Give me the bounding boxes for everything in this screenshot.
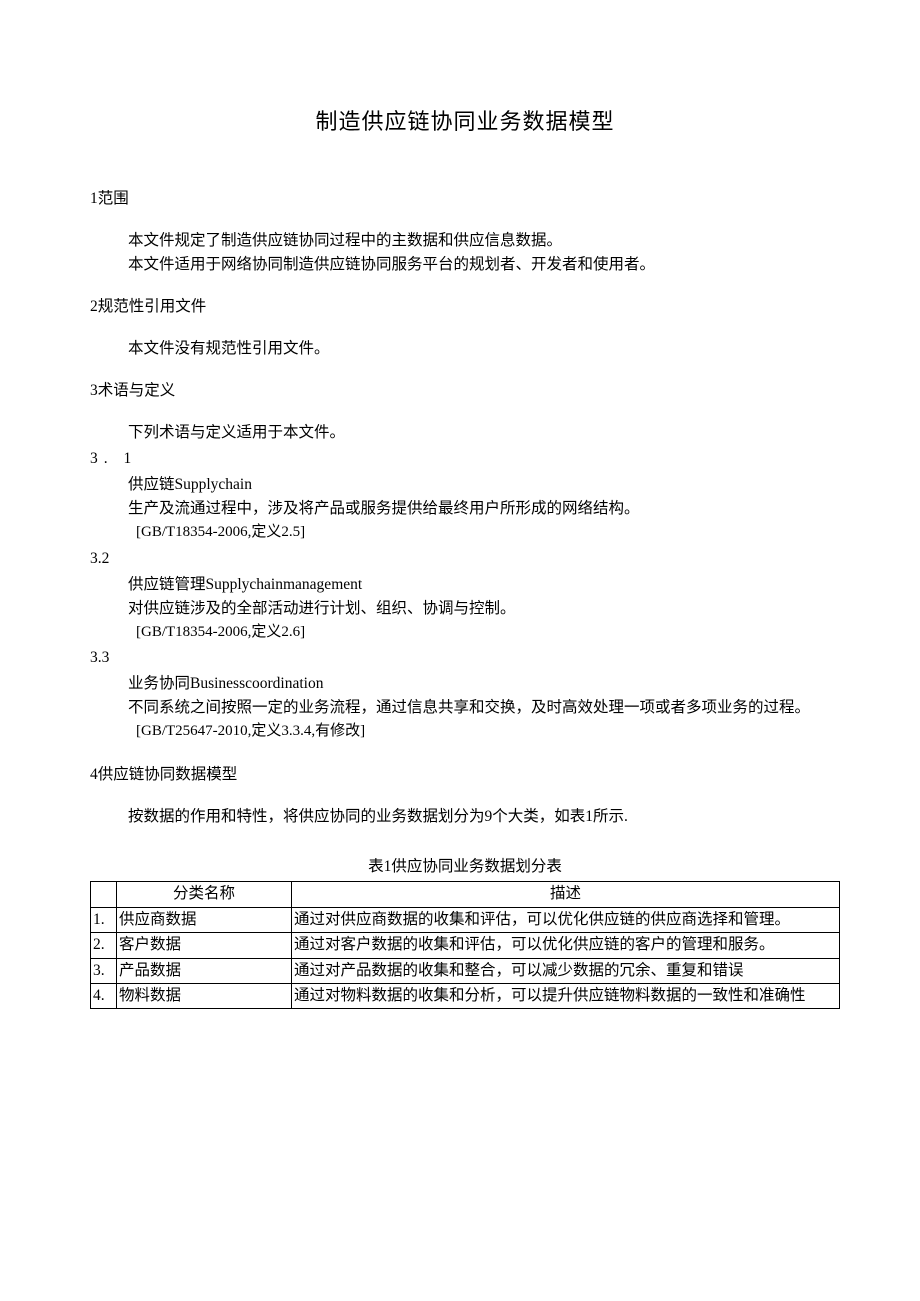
row-desc: 通过对供应商数据的收集和评估，可以优化供应链的供应商选择和管理。 xyxy=(292,907,840,932)
row-number: 1. xyxy=(91,907,117,932)
row-number: 4. xyxy=(91,984,117,1009)
table-header-desc: 描述 xyxy=(292,882,840,907)
section-1-line-1: 本文件规定了制造供应链协同过程中的主数据和供应信息数据。 xyxy=(90,229,840,253)
row-number: 2. xyxy=(91,933,117,958)
row-name: 客户数据 xyxy=(117,933,292,958)
section-2-head: 2规范性引用文件 xyxy=(90,295,840,319)
table-row: 1. 供应商数据 通过对供应商数据的收集和评估，可以优化供应链的供应商选择和管理… xyxy=(91,907,840,932)
document-title: 制造供应链协同业务数据模型 xyxy=(90,105,840,139)
term-3-3-number: 3.3 xyxy=(90,646,840,670)
row-desc: 通过对物料数据的收集和分析，可以提升供应链物料数据的一致性和准确性 xyxy=(292,984,840,1009)
classification-table: 分类名称 描述 1. 供应商数据 通过对供应商数据的收集和评估，可以优化供应链的… xyxy=(90,881,840,1009)
table-row: 2. 客户数据 通过对客户数据的收集和评估，可以优化供应链的客户的管理和服务。 xyxy=(91,933,840,958)
term-3-1-reference: [GB/T18354-2006,定义2.5] xyxy=(90,521,840,544)
term-3-2-number: 3.2 xyxy=(90,547,840,571)
section-1-head: 1范围 xyxy=(90,187,840,211)
section-4-head: 4供应链协同数据模型 xyxy=(90,763,840,787)
term-3-2-term: 供应链管理Supplychainmanagement xyxy=(90,573,840,597)
section-1-line-2: 本文件适用于网络协同制造供应链协同服务平台的规划者、开发者和使用者。 xyxy=(90,253,840,277)
table-header-row: 分类名称 描述 xyxy=(91,882,840,907)
row-number: 3. xyxy=(91,958,117,983)
term-3-3-term: 业务协同Businesscoordination xyxy=(90,672,840,696)
term-3-2-definition: 对供应链涉及的全部活动进行计划、组织、协调与控制。 xyxy=(90,597,840,621)
section-4-line-1: 按数据的作用和特性，将供应协同的业务数据划分为9个大类，如表1所示. xyxy=(90,805,840,829)
section-3-intro: 下列术语与定义适用于本文件。 xyxy=(90,421,840,445)
term-3-3-definition: 不同系统之间按照一定的业务流程，通过信息共享和交换，及时高效处理一项或者多项业务… xyxy=(90,696,840,720)
table-header-empty xyxy=(91,882,117,907)
table-row: 4. 物料数据 通过对物料数据的收集和分析，可以提升供应链物料数据的一致性和准确… xyxy=(91,984,840,1009)
term-3-3-reference: [GB/T25647-2010,定义3.3.4,有修改] xyxy=(90,720,840,743)
table-row: 3. 产品数据 通过对产品数据的收集和整合，可以减少数据的冗余、重复和错误 xyxy=(91,958,840,983)
term-3-1-term: 供应链Supplychain xyxy=(90,473,840,497)
table-caption: 表1供应协同业务数据划分表 xyxy=(90,855,840,879)
row-name: 供应商数据 xyxy=(117,907,292,932)
term-3-1-number: 3. 1 xyxy=(90,447,840,471)
table-header-name: 分类名称 xyxy=(117,882,292,907)
section-2-line-1: 本文件没有规范性引用文件。 xyxy=(90,337,840,361)
term-3-2-reference: [GB/T18354-2006,定义2.6] xyxy=(90,621,840,644)
row-desc: 通过对产品数据的收集和整合，可以减少数据的冗余、重复和错误 xyxy=(292,958,840,983)
row-name: 物料数据 xyxy=(117,984,292,1009)
row-name: 产品数据 xyxy=(117,958,292,983)
section-3-head: 3术语与定义 xyxy=(90,379,840,403)
row-desc: 通过对客户数据的收集和评估，可以优化供应链的客户的管理和服务。 xyxy=(292,933,840,958)
term-3-1-definition: 生产及流通过程中，涉及将产品或服务提供给最终用户所形成的网络结构。 xyxy=(90,497,840,521)
